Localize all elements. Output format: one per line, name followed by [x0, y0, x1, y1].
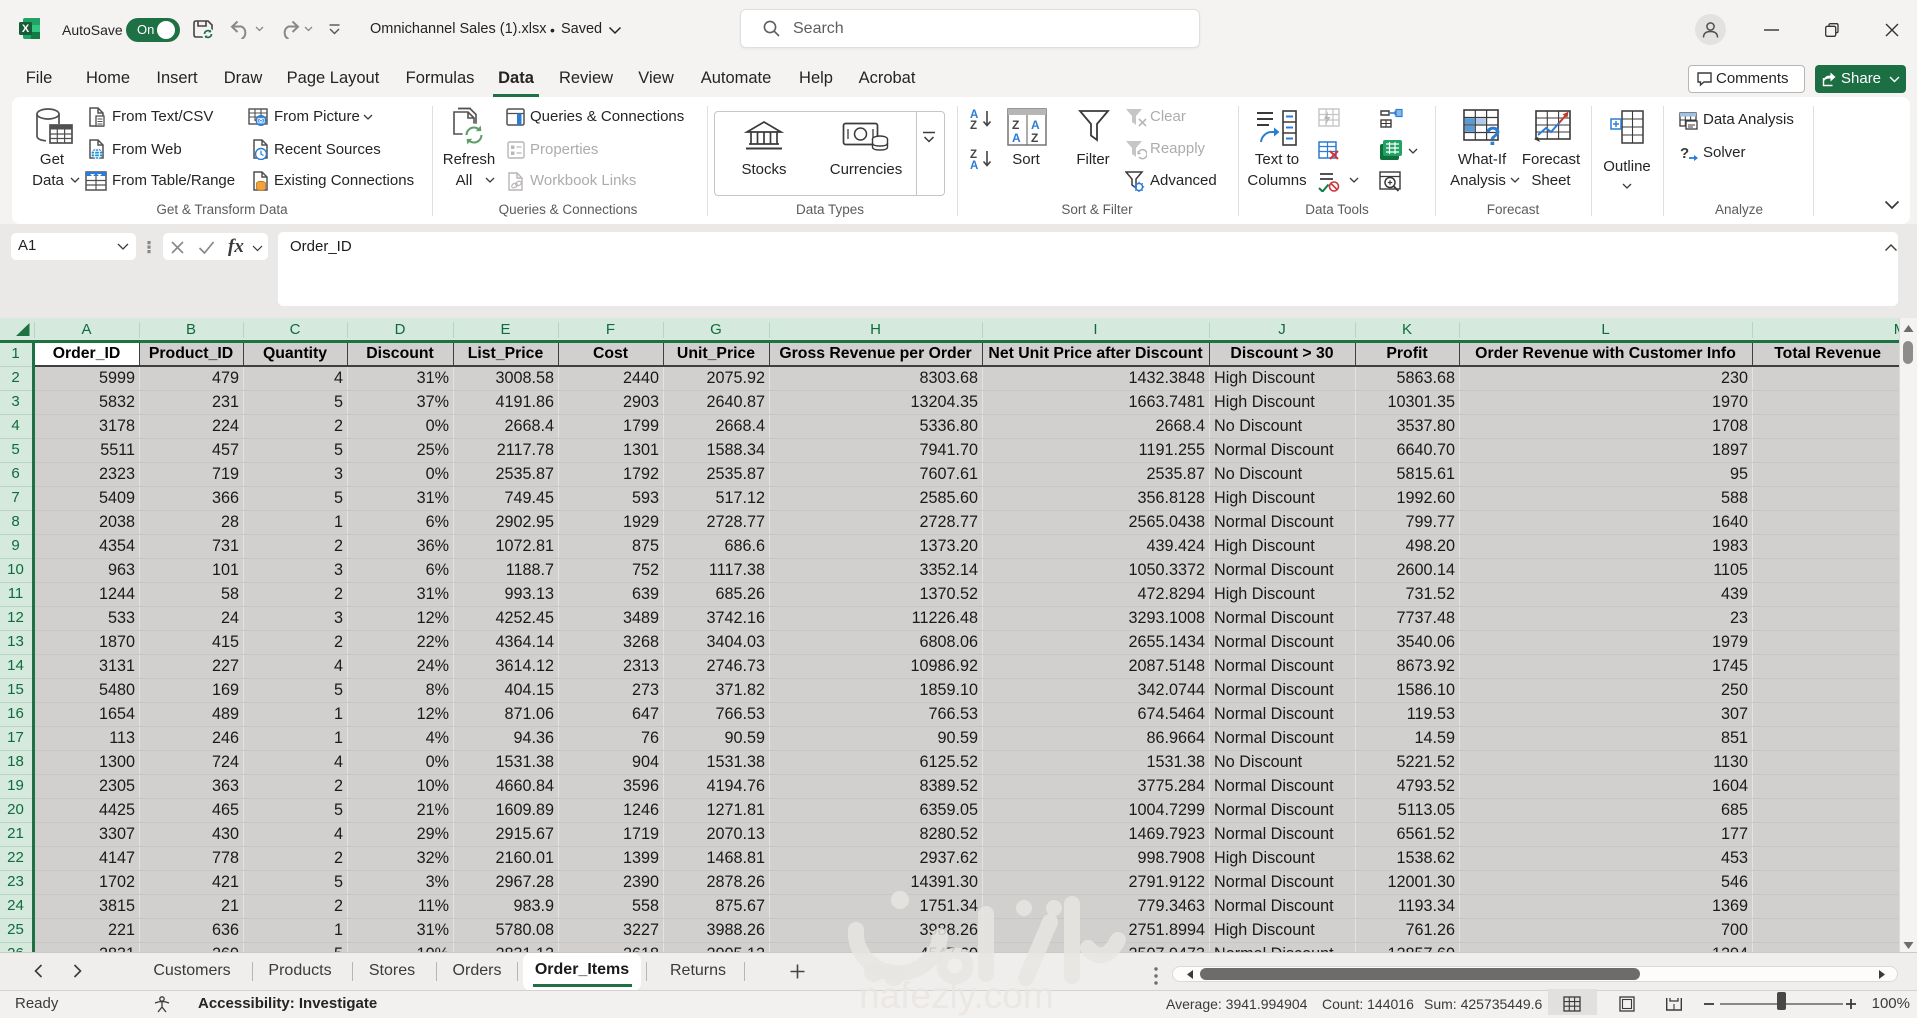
- svg-text:Z: Z: [1031, 131, 1038, 145]
- svg-text:Z: Z: [1012, 118, 1019, 132]
- svg-text:?: ?: [1485, 121, 1501, 147]
- svg-text:Z: Z: [970, 120, 977, 130]
- svg-text:nafezly.com: nafezly.com: [859, 975, 1054, 1016]
- svg-text:?: ?: [1680, 145, 1689, 162]
- svg-text:A: A: [1031, 118, 1040, 132]
- svg-text:X: X: [22, 23, 30, 35]
- svg-text:A: A: [1012, 131, 1021, 145]
- svg-text:A: A: [970, 160, 978, 170]
